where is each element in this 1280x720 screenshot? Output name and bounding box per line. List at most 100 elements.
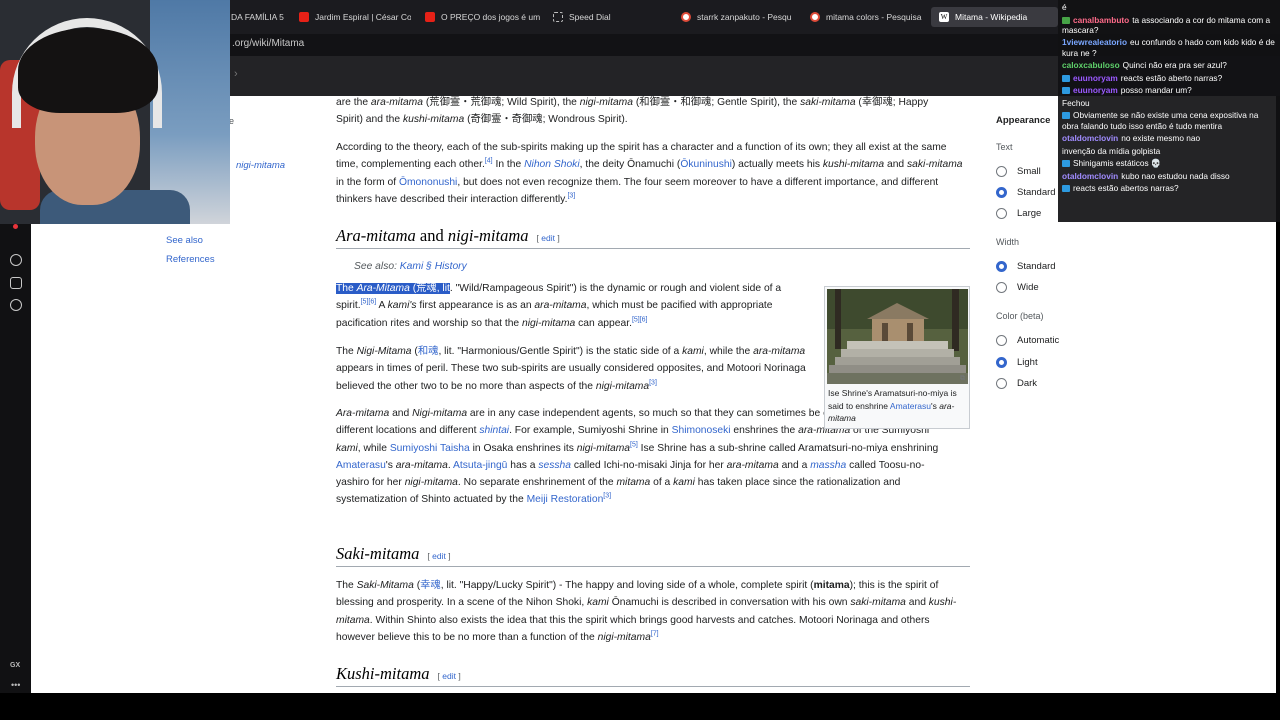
chat-text: reacts estão abertos narras? [1073,183,1179,194]
webcam-overlay [0,0,230,224]
citation[interactable]: [3] [567,192,575,199]
color-label: Color (beta) [996,311,1044,321]
edit-link[interactable]: edit [541,233,555,243]
radio-text-small[interactable]: Small [996,166,1041,177]
figure-caption: Ise Shrine's Aramatsuri-no-miya is said … [828,388,957,423]
extensions-icon[interactable] [10,277,22,289]
tab-jardim-espiral[interactable]: Jardim Espiral | César Co [299,7,411,27]
chat-text: é [1062,2,1067,12]
radio-text-standard[interactable]: Standard [996,187,1056,198]
chat-badge-icon [1062,74,1070,82]
toc-item-nigi-mitama[interactable]: nigi-mitama [236,160,285,171]
chat-username[interactable]: otaldomclovin [1062,171,1118,181]
width-label: Width [996,237,1020,247]
chat-text: invenção da mídia golpista [1062,145,1161,156]
link-okuninushi[interactable]: Ōkuninushi [680,159,732,170]
radio-width-wide[interactable]: Wide [996,282,1039,293]
chat-username[interactable]: 1viewrealeatorio [1062,37,1127,47]
youtube-icon [299,12,309,22]
edit-link[interactable]: edit [432,551,446,561]
tab-familia[interactable]: DA FAMÍLIA 5 [231,7,287,27]
link-sessha[interactable]: sessha [538,460,571,471]
link-meiji-restoration[interactable]: Meiji Restoration [527,494,604,505]
settings-icon[interactable] [10,299,22,311]
chat-username[interactable]: canalbambuto [1073,15,1129,25]
chat-badge-icon [1062,160,1070,168]
tab-mitama-wikipedia[interactable]: W Mitama - Wikipedia [931,7,1058,27]
tab-mitama-colors-search[interactable]: mitama colors - Pesquisa [810,7,928,27]
speed-dial-icon [553,12,563,22]
chat-message: é [1062,2,1276,12]
link-massha[interactable]: massha [810,460,846,471]
heading-saki-mitama: Saki-mitama[ edit ] [336,545,970,567]
chat-message: canalbambuto ta associando a cor do mitam… [1062,15,1276,36]
radio-color-dark[interactable]: Dark [996,378,1037,389]
chat-message: invenção da mídia golpista [1062,146,1276,156]
link-shimonoseki[interactable]: Shimonoseki [672,425,731,436]
chat-badge-icon [1062,185,1070,193]
toc-item-references[interactable]: References [166,254,215,265]
chat-message: caloxcabuloso Quinci não era pra ser azul… [1062,60,1276,70]
radio-text-large[interactable]: Large [996,208,1041,219]
hatnote: See also: Kami § History [354,261,467,272]
tab-preco-jogos[interactable]: O PREÇO dos jogos é um [425,7,540,27]
chat-message: otaldomclovin kubo nao estudou nada disso [1062,171,1276,181]
paragraph-ara-mitama: The Ara-Mitama (荒魂, lit. "Wild/Rampageou… [336,283,782,329]
shrine-image [827,289,968,384]
appearance-title: Appearance [996,115,1051,126]
enlarge-icon[interactable]: ⧉ [960,375,965,383]
selected-text[interactable]: The Ara-Mitama (荒魂, lit [336,283,450,294]
chat-username[interactable]: caloxcabuloso [1062,60,1120,70]
toc-item-see-also[interactable]: See also [166,235,203,246]
citation[interactable]: [7] [651,630,659,637]
chat-message: euunoryam reacts estão aberto narras? [1062,73,1276,83]
chat-text: Fechou [1062,97,1090,108]
chat-username[interactable]: euunoryam [1073,73,1118,83]
link-sumiyoshi-taisha[interactable]: Sumiyoshi Taisha [390,443,470,454]
edit-link[interactable]: edit [442,671,456,681]
chat-badge-icon [1062,16,1070,24]
tab-starrk-search[interactable]: starrk zanpakuto - Pesqu [681,7,799,27]
paragraph-intro: are the ara-mitama (荒御霊・荒御魂; Wild Spirit… [336,97,929,126]
paragraph-saki-mitama: The Saki-Mitama (幸魂, lit. "Happy/Lucky S… [336,580,957,643]
google-icon [681,12,691,22]
citation[interactable]: [4] [485,158,493,165]
link-nihon-shoki[interactable]: Nihon Shoki [524,159,580,170]
chat-message: 1viewrealeatorio eu confundo o hado com k… [1062,37,1276,58]
chat-message: Shinigamis estáticos 💀 [1062,158,1276,168]
link-omononushi[interactable]: Ōmononushi [399,177,457,188]
shrine-photo[interactable] [827,289,968,384]
chat-text: Shinigamis estáticos 💀 [1073,158,1162,169]
link-atsuta-jingu[interactable]: Atsuta-jingū [453,460,507,471]
chat-username[interactable]: otaldomclovin [1062,133,1118,143]
citation[interactable]: [5][6] [361,299,377,306]
chat-message: reacts estão abertos narras? [1062,183,1276,193]
screen: DA FAMÍLIA 5 Jardim Espiral | César Co O… [0,0,1280,720]
paragraph-nigi-mitama: The Nigi-Mitama (和魂, lit. "Harmonious/Ge… [336,346,806,392]
chat-badge-icon [1062,112,1070,120]
tab-speed-dial[interactable]: Speed Dial [553,7,663,27]
chevron-right-icon[interactable]: › [234,68,238,80]
link-amaterasu[interactable]: Amaterasu [890,401,931,411]
citation[interactable]: [3] [649,379,657,386]
more-icon[interactable]: ••• [11,680,20,690]
citation[interactable]: [5][6] [632,316,648,323]
chat-text: posso mandar um? [1120,85,1192,96]
gx-logo[interactable]: GX [10,662,20,669]
link-kami-history[interactable]: Kami § History [400,261,467,272]
chat-message: otaldomclovin no existe mesmo nao [1062,133,1276,143]
heading-kushi-mitama: Kushi-mitama[ edit ] [336,665,970,687]
radio-color-automatic[interactable]: Automatic [996,335,1059,346]
citation[interactable]: [3] [603,493,611,500]
chat-overlay: é canalbambuto ta associando a cor do mita… [1058,0,1280,222]
url-text[interactable]: .org/wiki/Mitama [232,38,304,49]
chat-text: reacts estão aberto narras? [1120,72,1223,83]
radio-width-standard[interactable]: Standard [996,261,1056,272]
link-shintai[interactable]: shintai [479,425,509,436]
citation[interactable]: [5] [630,441,638,448]
player-icon[interactable] [10,254,22,266]
chat-username[interactable]: euunoryam [1073,85,1118,95]
radio-color-light[interactable]: Light [996,357,1038,368]
link-amaterasu[interactable]: Amaterasu [336,460,386,471]
chat-text: kubo nao estudou nada disso [1121,170,1230,181]
